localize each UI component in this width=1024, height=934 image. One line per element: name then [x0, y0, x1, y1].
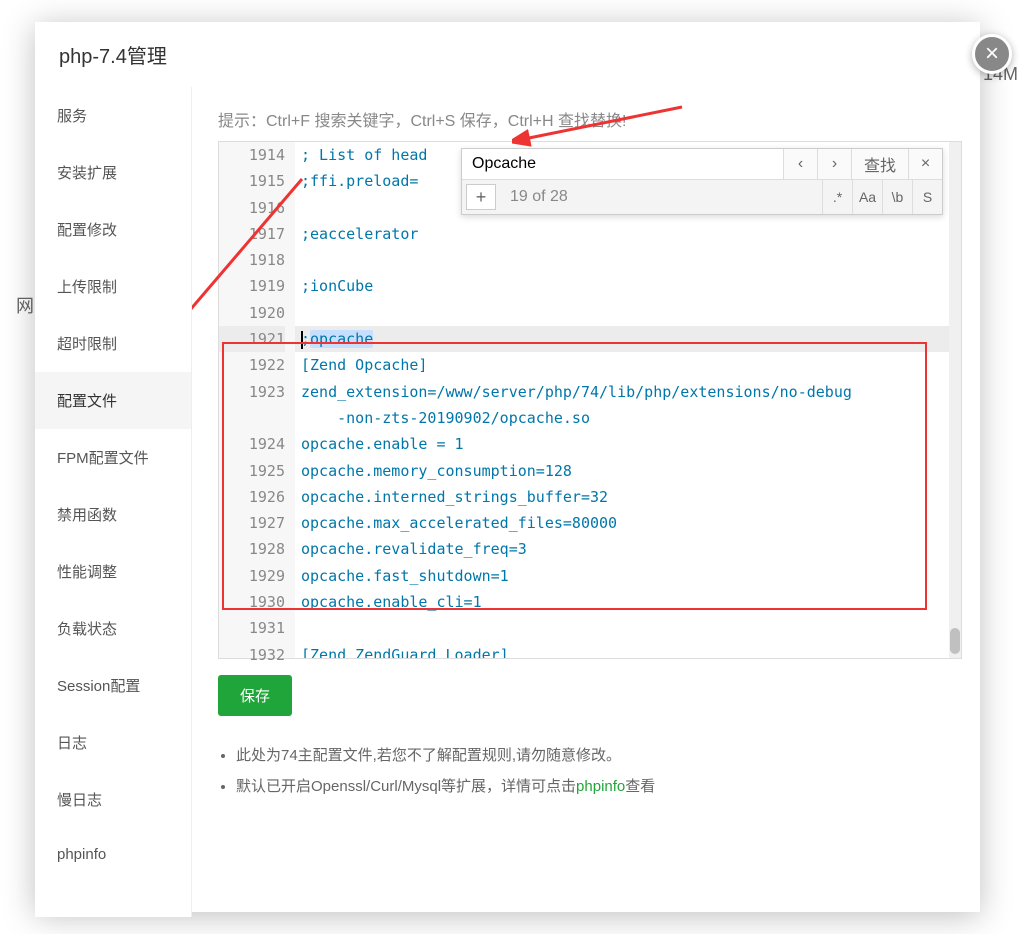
- editor-code-area[interactable]: ; List of head;ffi.preload= ;eaccelerato…: [295, 142, 949, 658]
- note-text: 默认已开启Openssl/Curl/Mysql等扩展，详情可点击: [236, 778, 576, 795]
- code-line[interactable]: [295, 300, 949, 326]
- gutter-line-number: 1931: [219, 615, 285, 641]
- save-button[interactable]: 保存: [218, 675, 292, 716]
- gutter-line-number: 1922: [219, 352, 285, 378]
- code-line[interactable]: ;opcache: [295, 326, 949, 352]
- sidebar-item[interactable]: 上传限制: [35, 258, 191, 315]
- code-line[interactable]: [295, 247, 949, 273]
- search-expand-button[interactable]: +: [466, 184, 496, 210]
- gutter-line-number: 1928: [219, 536, 285, 562]
- search-input[interactable]: [462, 149, 783, 179]
- sidebar-item[interactable]: 配置修改: [35, 201, 191, 258]
- gutter-line-number: 1924: [219, 431, 285, 457]
- code-line[interactable]: opcache.enable_cli=1: [295, 589, 949, 615]
- sidebar-item[interactable]: 配置文件: [35, 372, 191, 429]
- code-editor[interactable]: 1914191519161917191819191920192119221923…: [218, 141, 962, 659]
- editor-gutter: 1914191519161917191819191920192119221923…: [219, 142, 295, 658]
- note-item: 此处为74主配置文件,若您不了解配置规则,请勿随意修改。: [236, 744, 962, 765]
- search-opt-regex[interactable]: .*: [822, 180, 852, 214]
- code-line[interactable]: [295, 615, 949, 641]
- search-find-button[interactable]: 查找: [851, 149, 908, 179]
- sidebar-item[interactable]: 禁用函数: [35, 486, 191, 543]
- note-item: 默认已开启Openssl/Curl/Mysql等扩展，详情可点击phpinfo查…: [236, 775, 962, 796]
- gutter-line-number: 1925: [219, 458, 285, 484]
- code-line[interactable]: zend_extension=/www/server/php/74/lib/ph…: [295, 379, 949, 405]
- editor-scrollbar[interactable]: [949, 142, 961, 658]
- search-close-button[interactable]: ×: [908, 149, 942, 179]
- gutter-line-number: 1930: [219, 589, 285, 615]
- phpinfo-link[interactable]: phpinfo: [576, 778, 625, 795]
- search-opt-word[interactable]: \b: [882, 180, 912, 214]
- gutter-line-number: 1915: [219, 168, 285, 194]
- code-line[interactable]: [Zend Opcache]: [295, 352, 949, 378]
- sidebar-item[interactable]: 日志: [35, 714, 191, 771]
- modal-dialog: × php-7.4管理 服务安装扩展配置修改上传限制超时限制配置文件FPM配置文…: [35, 22, 980, 912]
- code-line[interactable]: -non-zts-20190902/opcache.so: [295, 405, 949, 431]
- gutter-line-number: 1923: [219, 379, 285, 405]
- notes-list: 此处为74主配置文件,若您不了解配置规则,请勿随意修改。 默认已开启Openss…: [218, 744, 962, 796]
- gutter-line-number: 1916: [219, 195, 285, 221]
- sidebar-item[interactable]: phpinfo: [35, 828, 191, 881]
- search-opt-case[interactable]: Aa: [852, 180, 882, 214]
- code-line[interactable]: ;ionCube: [295, 273, 949, 299]
- gutter-line-number: 1926: [219, 484, 285, 510]
- code-line[interactable]: [Zend ZendGuard Loader]: [295, 642, 949, 658]
- code-line[interactable]: opcache.enable = 1: [295, 431, 949, 457]
- sidebar-item[interactable]: 服务: [35, 87, 191, 144]
- search-opt-selection[interactable]: S: [912, 180, 942, 214]
- gutter-line-number: [219, 405, 285, 431]
- gutter-line-number: 1932: [219, 642, 285, 668]
- modal-title: php-7.4管理: [35, 22, 980, 87]
- search-panel: ‹ › 查找 × + 19 of 28 .* Aa \b S: [461, 148, 943, 215]
- gutter-line-number: 1918: [219, 247, 285, 273]
- gutter-line-number: 1914: [219, 142, 285, 168]
- gutter-line-number: 1917: [219, 221, 285, 247]
- gutter-line-number: 1919: [219, 273, 285, 299]
- close-icon[interactable]: ×: [972, 34, 1012, 74]
- sidebar-item[interactable]: FPM配置文件: [35, 429, 191, 486]
- code-line[interactable]: opcache.interned_strings_buffer=32: [295, 484, 949, 510]
- code-line[interactable]: opcache.memory_consumption=128: [295, 458, 949, 484]
- gutter-line-number: 1921: [219, 326, 285, 352]
- content-pane: 提示：Ctrl+F 搜索关键字，Ctrl+S 保存，Ctrl+H 查找替换! 1…: [192, 87, 980, 917]
- sidebar-item[interactable]: 负载状态: [35, 600, 191, 657]
- search-count: 19 of 28: [500, 180, 822, 214]
- sidebar-item[interactable]: 性能调整: [35, 543, 191, 600]
- search-next-button[interactable]: ›: [817, 149, 851, 179]
- note-text: 查看: [625, 778, 655, 795]
- code-line[interactable]: opcache.revalidate_freq=3: [295, 536, 949, 562]
- sidebar-item[interactable]: 慢日志: [35, 771, 191, 828]
- code-line[interactable]: opcache.max_accelerated_files=80000: [295, 510, 949, 536]
- sidebar-item[interactable]: 安装扩展: [35, 144, 191, 201]
- sidebar: 服务安装扩展配置修改上传限制超时限制配置文件FPM配置文件禁用函数性能调整负载状…: [35, 87, 192, 917]
- tip-text: 提示：Ctrl+F 搜索关键字，Ctrl+S 保存，Ctrl+H 查找替换!: [218, 107, 962, 131]
- sidebar-item[interactable]: Session配置: [35, 657, 191, 714]
- code-line[interactable]: ;eaccelerator: [295, 221, 949, 247]
- code-line[interactable]: opcache.fast_shutdown=1: [295, 563, 949, 589]
- gutter-line-number: 1920: [219, 300, 285, 326]
- bg-text-left: 网: [16, 292, 34, 318]
- gutter-line-number: 1929: [219, 563, 285, 589]
- search-prev-button[interactable]: ‹: [783, 149, 817, 179]
- editor-scrollthumb[interactable]: [950, 628, 960, 654]
- sidebar-item[interactable]: 超时限制: [35, 315, 191, 372]
- gutter-line-number: 1927: [219, 510, 285, 536]
